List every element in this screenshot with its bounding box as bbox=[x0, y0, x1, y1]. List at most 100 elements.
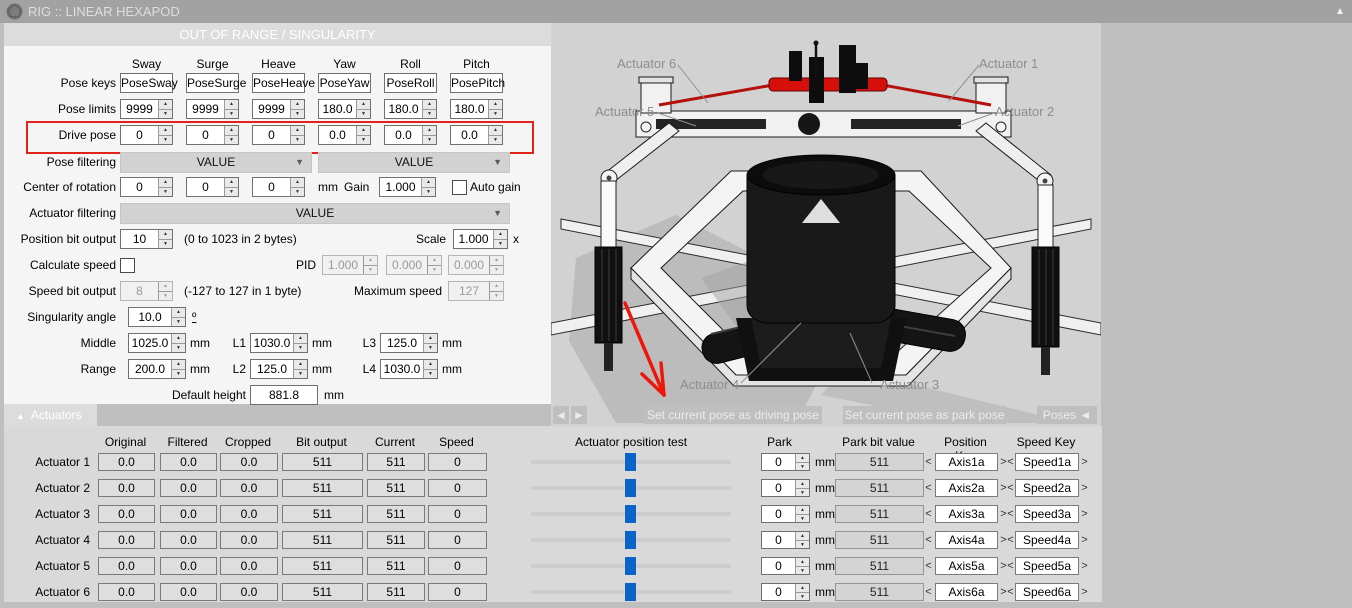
spinner-up-icon[interactable] bbox=[796, 584, 809, 592]
drive-pose-yaw-spinner[interactable]: 0.0 bbox=[318, 125, 371, 145]
spinner-up-icon[interactable] bbox=[225, 126, 238, 135]
park-spinner[interactable]: 0 bbox=[761, 531, 810, 549]
spinner-down-icon[interactable] bbox=[159, 109, 172, 119]
pose-limit-pitch-spinner[interactable]: 180.0 bbox=[450, 99, 503, 119]
position-key-field[interactable]: Axis5a bbox=[935, 557, 998, 575]
spinner-up-icon[interactable] bbox=[294, 360, 307, 369]
actuator-filtering-dropdown[interactable]: VALUE bbox=[120, 203, 510, 224]
speed-key-next-button[interactable]: > bbox=[1080, 557, 1089, 575]
l1-spinner[interactable]: 1030.0 bbox=[250, 333, 308, 353]
range-spinner[interactable]: 200.0 bbox=[128, 359, 186, 379]
position-test-slider[interactable] bbox=[531, 557, 731, 575]
pose-prev-button[interactable]: ◄ bbox=[553, 406, 569, 424]
position-test-slider[interactable] bbox=[531, 505, 731, 523]
speed-key-prev-button[interactable]: < bbox=[1006, 453, 1015, 471]
speed-key-field[interactable]: Speed3a bbox=[1015, 505, 1079, 523]
calculate-speed-checkbox[interactable] bbox=[120, 258, 135, 273]
spinner-up-icon[interactable] bbox=[489, 126, 502, 135]
position-bit-spinner[interactable]: 10 bbox=[120, 229, 173, 249]
pose-key-sway-field[interactable]: PoseSway bbox=[120, 73, 173, 93]
position-key-prev-button[interactable]: < bbox=[924, 531, 933, 549]
speed-key-prev-button[interactable]: < bbox=[1006, 531, 1015, 549]
spinner-up-icon[interactable] bbox=[225, 100, 238, 109]
position-test-slider[interactable] bbox=[531, 583, 731, 601]
pose-limit-sway-spinner[interactable]: 9999 bbox=[120, 99, 173, 119]
spinner-up-icon[interactable] bbox=[159, 178, 172, 187]
auto-gain-checkbox[interactable] bbox=[452, 180, 467, 195]
spinner-up-icon[interactable] bbox=[291, 100, 304, 109]
slider-handle[interactable] bbox=[625, 479, 636, 497]
spinner-up-icon[interactable] bbox=[357, 126, 370, 135]
pose-key-roll-field[interactable]: PoseRoll bbox=[384, 73, 437, 93]
collapse-window-icon[interactable]: ▲ bbox=[1330, 0, 1350, 23]
spinner-up-icon[interactable] bbox=[159, 100, 172, 109]
position-key-prev-button[interactable]: < bbox=[924, 505, 933, 523]
spinner-down-icon[interactable] bbox=[423, 135, 436, 145]
spinner-down-icon[interactable] bbox=[225, 187, 238, 197]
slider-handle[interactable] bbox=[625, 557, 636, 575]
spinner-up-icon[interactable] bbox=[159, 230, 172, 239]
speed-key-next-button[interactable]: > bbox=[1080, 505, 1089, 523]
pose-key-pitch-field[interactable]: PosePitch bbox=[450, 73, 503, 93]
position-key-prev-button[interactable]: < bbox=[924, 453, 933, 471]
position-key-prev-button[interactable]: < bbox=[924, 557, 933, 575]
spinner-down-icon[interactable] bbox=[494, 239, 507, 249]
spinner-up-icon[interactable] bbox=[291, 178, 304, 187]
spinner-down-icon[interactable] bbox=[422, 187, 435, 197]
speed-key-next-button[interactable]: > bbox=[1080, 479, 1089, 497]
spinner-down-icon[interactable] bbox=[291, 109, 304, 119]
spinner-up-icon[interactable] bbox=[172, 360, 185, 369]
park-spinner[interactable]: 0 bbox=[761, 453, 810, 471]
spinner-down-icon[interactable] bbox=[796, 540, 809, 549]
actuators-tab[interactable]: ▲Actuators bbox=[4, 404, 97, 426]
speed-key-next-button[interactable]: > bbox=[1080, 583, 1089, 601]
spinner-down-icon[interactable] bbox=[159, 187, 172, 197]
park-spinner[interactable]: 0 bbox=[761, 557, 810, 575]
pose-filtering-dropdown-2[interactable]: VALUE bbox=[318, 152, 510, 173]
drive-pose-heave-spinner[interactable]: 0 bbox=[252, 125, 305, 145]
spinner-down-icon[interactable] bbox=[294, 369, 307, 379]
spinner-down-icon[interactable] bbox=[291, 187, 304, 197]
spinner-down-icon[interactable] bbox=[172, 317, 185, 327]
speed-key-next-button[interactable]: > bbox=[1080, 531, 1089, 549]
pose-key-heave-field[interactable]: PoseHeave bbox=[252, 73, 305, 93]
speed-key-prev-button[interactable]: < bbox=[1006, 505, 1015, 523]
position-key-field[interactable]: Axis6a bbox=[935, 583, 998, 601]
spinner-up-icon[interactable] bbox=[159, 126, 172, 135]
spinner-up-icon[interactable] bbox=[294, 334, 307, 343]
pose-key-yaw-field[interactable]: PoseYaw bbox=[318, 73, 371, 93]
position-key-field[interactable]: Axis1a bbox=[935, 453, 998, 471]
set-driving-pose-button[interactable]: Set current pose as driving pose bbox=[644, 406, 822, 424]
spinner-up-icon[interactable] bbox=[172, 308, 185, 317]
pose-limit-yaw-spinner[interactable]: 180.0 bbox=[318, 99, 371, 119]
spinner-up-icon[interactable] bbox=[424, 334, 437, 343]
position-key-prev-button[interactable]: < bbox=[924, 479, 933, 497]
position-key-field[interactable]: Axis2a bbox=[935, 479, 998, 497]
spinner-up-icon[interactable] bbox=[796, 480, 809, 488]
drive-pose-pitch-spinner[interactable]: 0.0 bbox=[450, 125, 503, 145]
spinner-up-icon[interactable] bbox=[494, 230, 507, 239]
slider-handle[interactable] bbox=[625, 505, 636, 523]
speed-key-prev-button[interactable]: < bbox=[1006, 557, 1015, 575]
position-test-slider[interactable] bbox=[531, 531, 731, 549]
pose-limit-heave-spinner[interactable]: 9999 bbox=[252, 99, 305, 119]
spinner-down-icon[interactable] bbox=[357, 135, 370, 145]
spinner-up-icon[interactable] bbox=[796, 454, 809, 462]
spinner-down-icon[interactable] bbox=[796, 514, 809, 523]
spinner-down-icon[interactable] bbox=[796, 488, 809, 497]
spinner-up-icon[interactable] bbox=[225, 178, 238, 187]
spinner-down-icon[interactable] bbox=[796, 566, 809, 575]
speed-key-field[interactable]: Speed5a bbox=[1015, 557, 1079, 575]
center-y-spinner[interactable]: 0 bbox=[186, 177, 239, 197]
position-test-slider[interactable] bbox=[531, 453, 731, 471]
slider-handle[interactable] bbox=[625, 583, 636, 601]
speed-key-field[interactable]: Speed4a bbox=[1015, 531, 1079, 549]
poses-panel-button[interactable]: Poses ◄ bbox=[1037, 406, 1097, 424]
slider-handle[interactable] bbox=[625, 531, 636, 549]
spinner-down-icon[interactable] bbox=[294, 343, 307, 353]
spinner-down-icon[interactable] bbox=[424, 369, 437, 379]
singularity-angle-spinner[interactable]: 10.0 bbox=[128, 307, 186, 327]
spinner-down-icon[interactable] bbox=[796, 462, 809, 471]
speed-key-next-button[interactable]: > bbox=[1080, 453, 1089, 471]
speed-key-field[interactable]: Speed2a bbox=[1015, 479, 1079, 497]
